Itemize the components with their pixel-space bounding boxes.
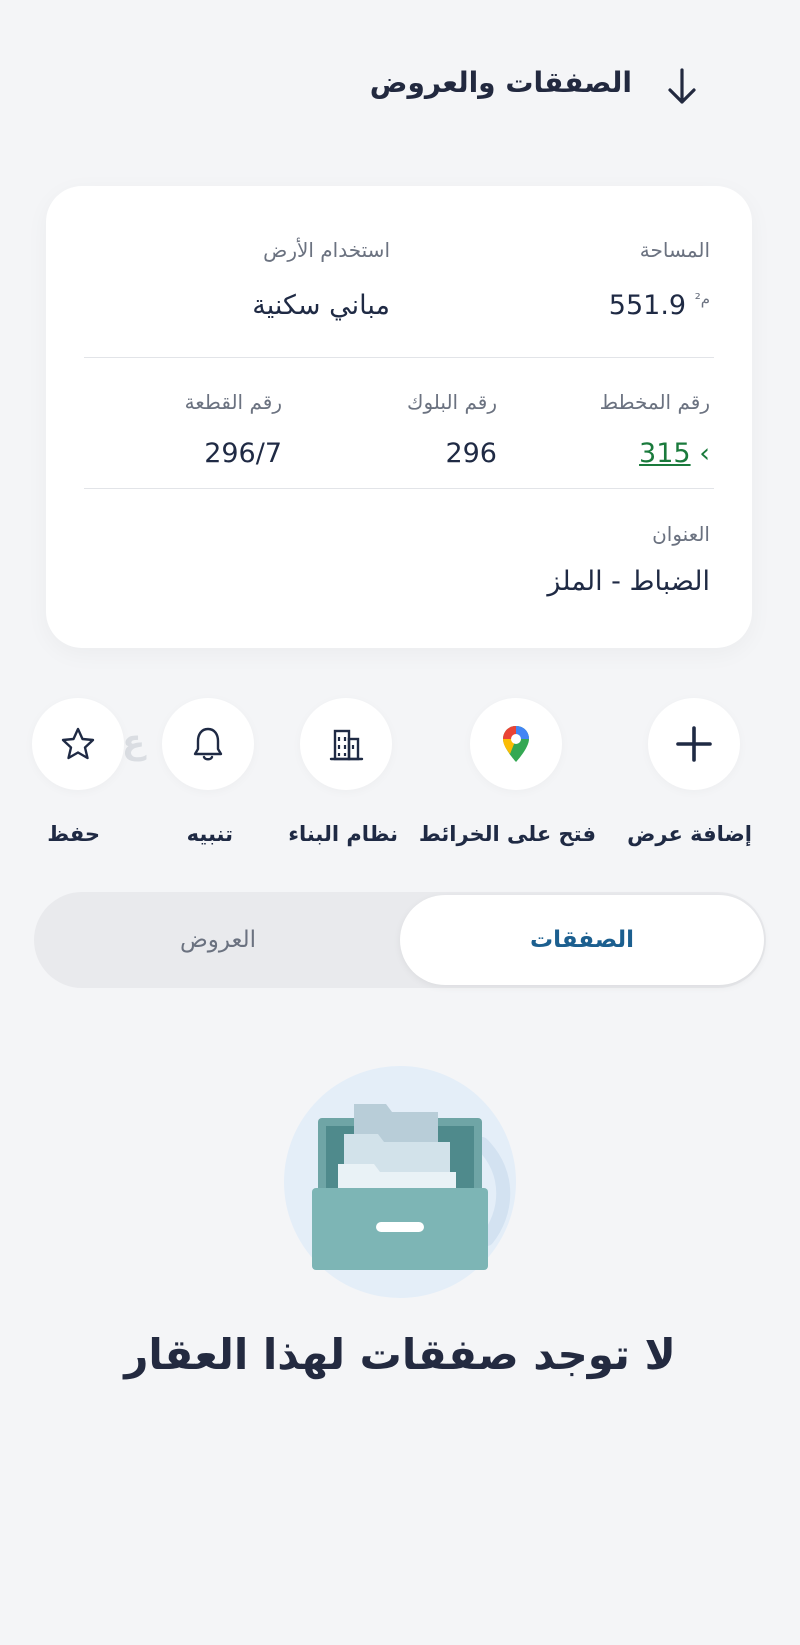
chevron-left-icon: ‹ [699,438,710,469]
area-label: المساحة [639,238,710,262]
add-offer-button[interactable] [648,698,740,790]
plan-link[interactable]: 315 ‹ [639,438,710,469]
watermark-logo: ع [122,722,146,762]
land-use-label: استخدام الأرض [263,238,390,262]
divider [84,488,714,489]
building-icon [329,729,364,761]
parcel-value: 296/7 [204,438,282,469]
bell-icon [193,727,223,761]
area-value: 551.9 م² [609,290,710,321]
save-button[interactable] [32,698,124,790]
area-unit: م² [694,290,710,308]
parcel-label: رقم القطعة [184,390,282,414]
building-system-label: نظام البناء [288,822,398,846]
arrow-down-icon [668,68,696,104]
page-title: الصفقات والعروض [369,66,632,99]
land-use-value: مباني سكنية [252,290,390,321]
notify-button[interactable] [162,698,254,790]
divider [84,357,714,358]
open-maps-button[interactable] [470,698,562,790]
plan-number[interactable]: 315 [639,438,691,469]
block-value: 296 [445,438,497,469]
tab-offers[interactable]: العروض [36,895,400,985]
tab-deals[interactable]: الصفقات [400,895,764,985]
add-offer-label: إضافة عرض [627,822,752,846]
area-number: 551.9 [608,290,687,321]
back-button[interactable] [662,62,702,110]
address-label: العنوان [652,522,710,546]
file-drawer-icon [284,1066,516,1298]
notify-label: تنبيه [186,822,233,846]
plus-icon [676,726,712,762]
building-system-button[interactable] [300,698,392,790]
save-label: حفظ [47,822,100,846]
empty-state-message: لا توجد صفقات لهذا العقار [124,1330,676,1379]
block-label: رقم البلوك [406,390,497,414]
empty-state-illustration [282,1064,518,1300]
map-pin-icon [503,726,529,762]
address-value: الضباط - الملز [547,566,710,597]
open-maps-label: فتح على الخرائط [418,822,596,846]
star-icon [61,727,95,760]
plan-label: رقم المخطط [599,390,710,414]
